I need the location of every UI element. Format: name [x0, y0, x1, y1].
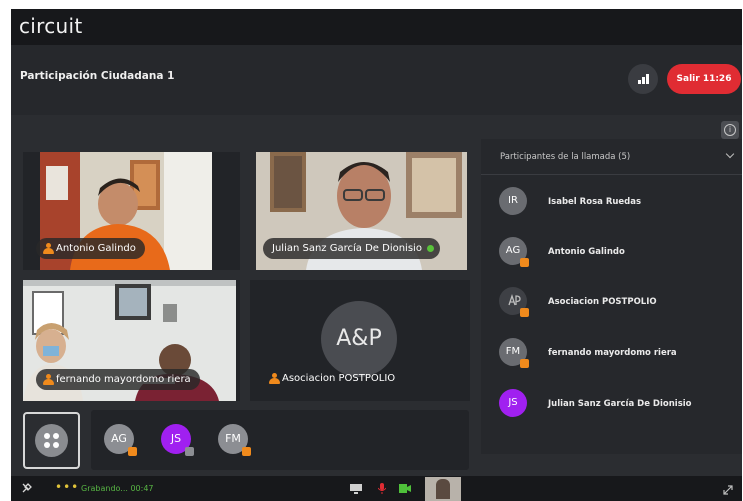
participant-name-chip: fernando mayordomo riera [36, 369, 200, 390]
participant-name: fernando mayordomo riera [56, 374, 191, 385]
participant-name: fernando mayordomo riera [548, 348, 677, 358]
avatar-initials: FM [225, 432, 241, 445]
person-badge-icon [128, 447, 137, 456]
screen-share-icon[interactable] [350, 484, 362, 494]
participant-avatar: A&P [321, 301, 397, 377]
strip-avatar-ag[interactable]: AG [104, 424, 137, 456]
participant-name-chip: Antonio Galindo [36, 238, 145, 259]
avatar-initials: AG [111, 432, 127, 445]
participant-name-chip: Julian Sanz García De Dionisio [263, 238, 440, 259]
fullscreen-icon[interactable] [723, 485, 733, 495]
participant-row[interactable]: IR Isabel Rosa Ruedas [481, 180, 742, 224]
participant-name-chip: Asociacion POSTPOLIO [262, 368, 404, 389]
call-header: Participación Ciudadana 1 Salir 11:26 [11, 45, 742, 115]
video-tile-antonio[interactable]: Antonio Galindo [23, 152, 240, 270]
pin-tool-icon[interactable] [21, 482, 33, 494]
avatar-initials: FM [505, 346, 521, 357]
participant-strip: AG JS FM [91, 410, 469, 470]
signal-bars-icon[interactable] [628, 64, 658, 94]
more-options-icon[interactable]: ••• [55, 480, 79, 494]
person-badge-icon [242, 447, 251, 456]
person-icon [269, 373, 280, 384]
participant-row[interactable]: AG Antonio Galindo [481, 230, 742, 274]
layout-grid-button[interactable] [23, 412, 80, 469]
participant-avatar: FM [499, 338, 529, 368]
participant-name: Isabel Rosa Ruedas [548, 197, 642, 207]
info-icon[interactable]: i [721, 121, 739, 139]
video-tile-julian[interactable]: Julian Sanz García De Dionisio [256, 152, 467, 270]
grid-icon [35, 424, 68, 457]
app-window: circuit Participación Ciudadana 1 Salir … [11, 9, 742, 501]
top-bar: circuit [11, 9, 742, 45]
chevron-down-icon[interactable] [725, 149, 735, 159]
participant-name: Antonio Galindo [56, 243, 136, 254]
participants-title: Participantes de la llamada (5) [500, 152, 631, 162]
person-badge-icon [520, 359, 529, 368]
call-title: Participación Ciudadana 1 [20, 70, 175, 82]
person-icon [43, 374, 54, 385]
participant-avatar [499, 287, 529, 317]
participant-row[interactable]: JS Julian Sanz García De Dionisio [481, 382, 742, 426]
circuit-logo: circuit [19, 14, 83, 38]
participant-name: Antonio Galindo [548, 247, 625, 257]
participants-header[interactable]: Participantes de la llamada (5) [481, 139, 742, 175]
speaking-indicator-icon [426, 245, 434, 252]
person-icon [43, 243, 54, 254]
video-tile-asociacion[interactable]: A&P Asociacion POSTPOLIO [250, 280, 470, 401]
participant-name: Julian Sanz García De Dionisio [272, 243, 422, 254]
avatar-initials: JS [508, 397, 518, 408]
participant-row[interactable]: Asociacion POSTPOLIO [481, 280, 742, 324]
participant-name: Julian Sanz García De Dionisio [548, 399, 692, 409]
participant-row[interactable]: FM fernando mayordomo riera [481, 331, 742, 375]
camera-icon[interactable] [399, 484, 411, 493]
person-badge-icon [520, 258, 529, 267]
avatar-initials: IR [508, 195, 518, 206]
participants-panel: Participantes de la llamada (5) IR Isabe… [481, 139, 742, 454]
avatar-initials: JS [170, 432, 182, 445]
bottom-toolbar: ••• Grabando... 00:47 [11, 476, 742, 501]
leave-call-button[interactable]: Salir 11:26 [667, 64, 741, 94]
person-badge-icon [520, 308, 529, 317]
participant-avatar: IR [499, 187, 527, 215]
avatar-initials: AG [505, 245, 521, 256]
screen-badge-icon [185, 447, 194, 456]
video-tile-fernando[interactable]: fernando mayordomo riera [23, 280, 240, 401]
participant-avatar: AG [499, 237, 529, 267]
participant-avatar: JS [499, 389, 527, 417]
microphone-icon[interactable] [378, 483, 386, 494]
participant-name: Asociacion POSTPOLIO [282, 373, 396, 384]
self-view-thumbnail[interactable] [425, 477, 461, 501]
participant-name: Asociacion POSTPOLIO [548, 297, 657, 307]
strip-avatar-js[interactable]: JS [161, 424, 194, 456]
strip-avatar-fm[interactable]: FM [218, 424, 251, 456]
recording-status: Grabando... 00:47 [81, 484, 154, 493]
